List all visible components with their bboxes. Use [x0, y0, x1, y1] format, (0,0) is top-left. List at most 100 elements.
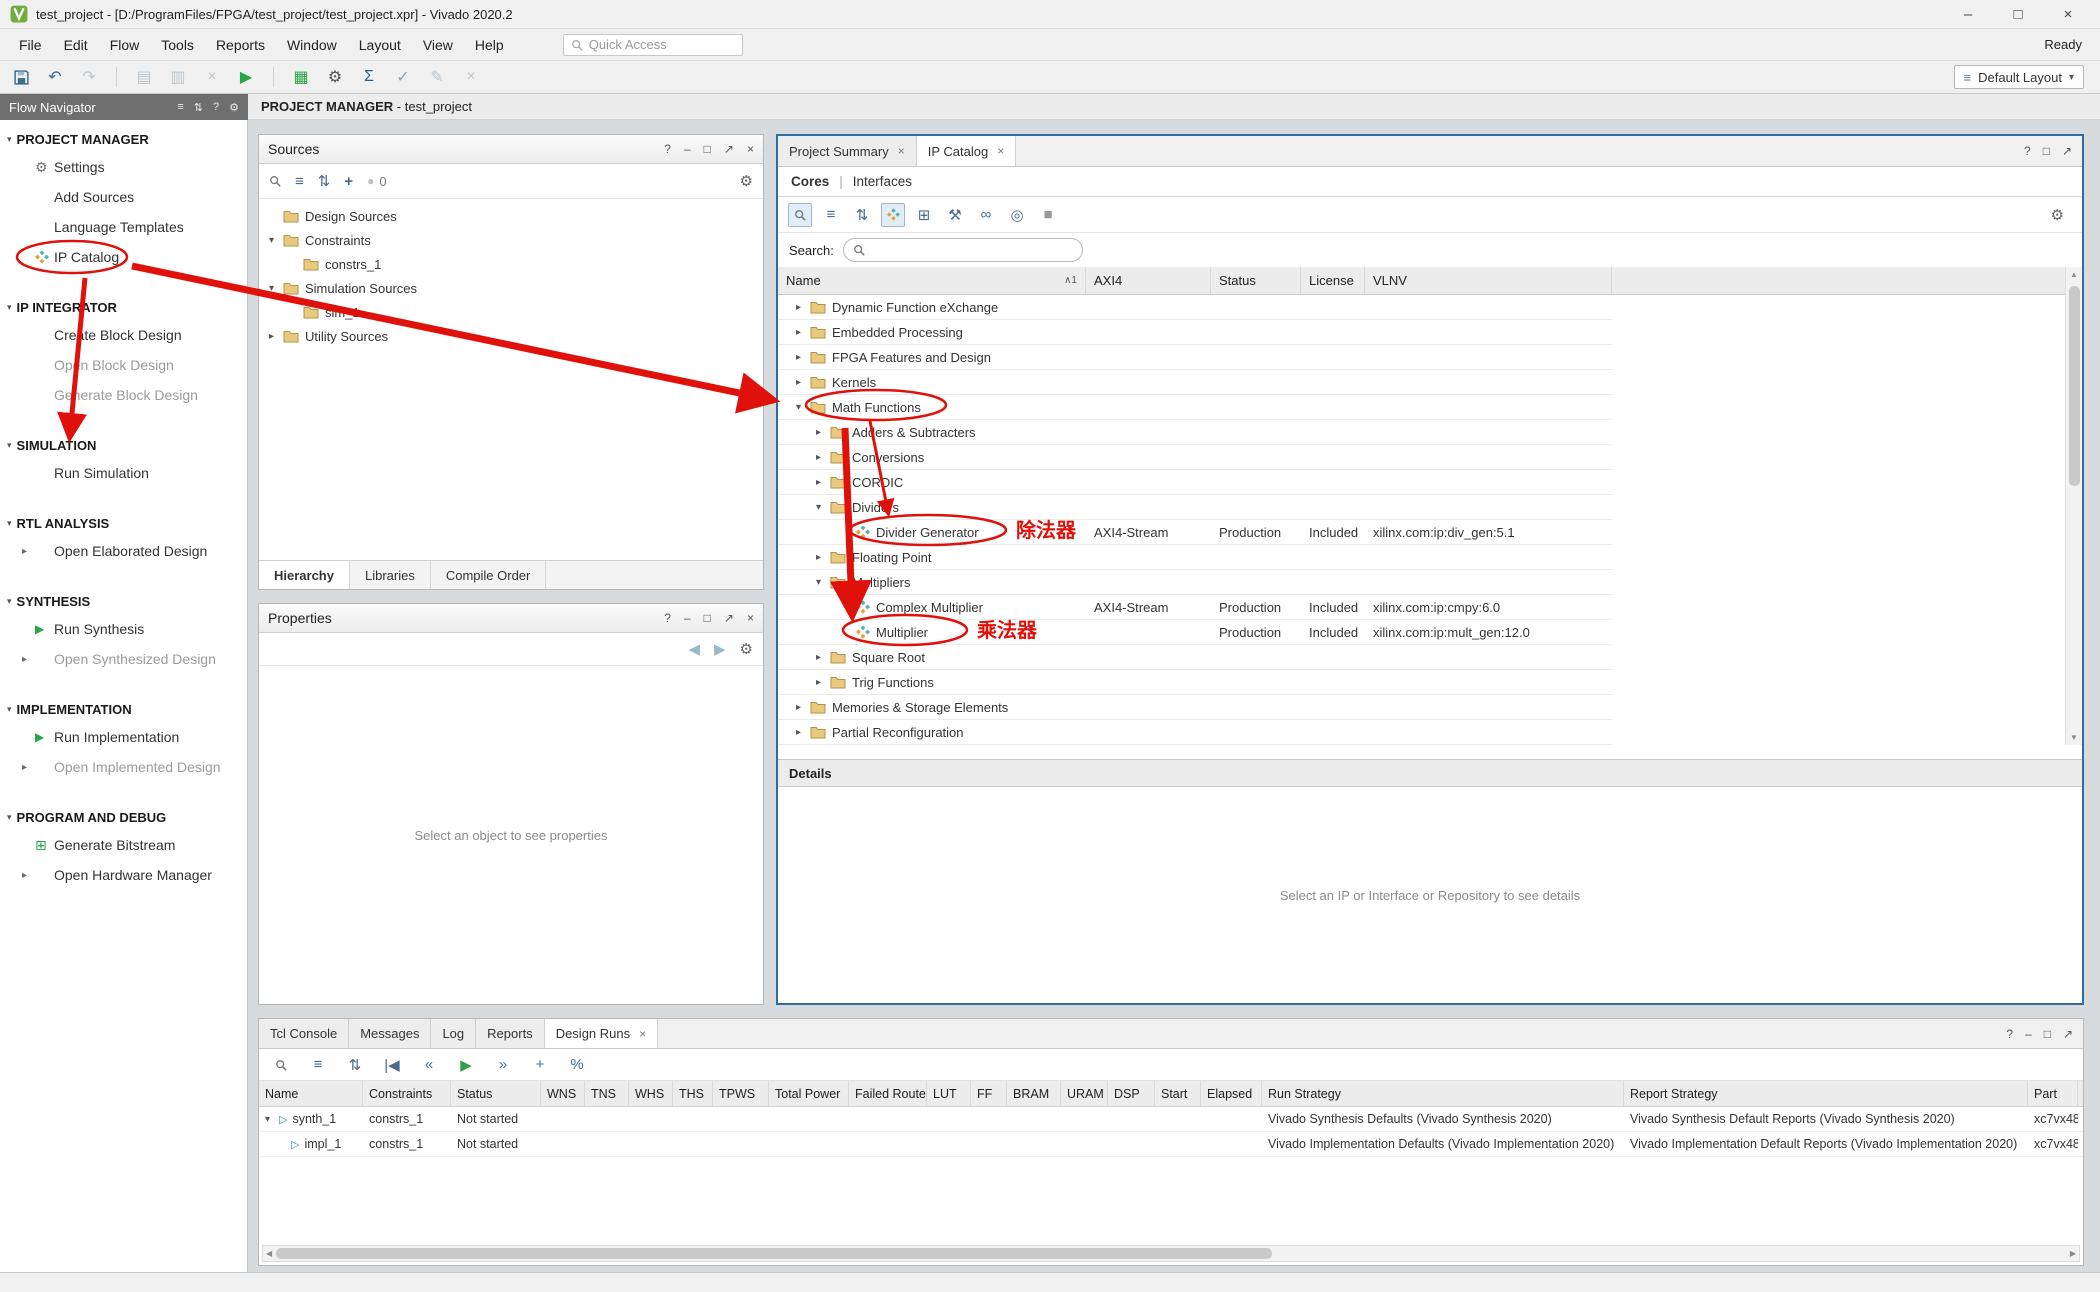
tree-item-constrs-1[interactable]: constrs_1: [259, 252, 763, 276]
flow-section-header-synthesis[interactable]: ▾SYNTHESIS: [0, 588, 247, 614]
help-icon[interactable]: ?: [2024, 144, 2031, 158]
search-icon[interactable]: [269, 1053, 293, 1077]
flow-item-run-synthesis[interactable]: ▶Run Synthesis: [0, 614, 247, 644]
help-icon[interactable]: ?: [664, 611, 671, 625]
maximize-icon[interactable]: □: [704, 611, 711, 625]
menu-file[interactable]: File: [8, 32, 53, 58]
chevron-right-icon[interactable]: ▸: [269, 331, 283, 342]
close-icon[interactable]: ×: [997, 144, 1004, 158]
ip-row-complex-multiplier[interactable]: Complex MultiplierAXI4-StreamProductionI…: [778, 595, 1612, 620]
flow-item-open-implemented-design[interactable]: ▸Open Implemented Design: [0, 752, 247, 782]
runs-column-ths[interactable]: THS: [673, 1081, 713, 1106]
program-device-icon[interactable]: ▦: [290, 66, 312, 88]
ip-row-adders-subtracters[interactable]: ▸Adders & Subtracters: [778, 420, 1612, 445]
runs-column-tpws[interactable]: TPWS: [713, 1081, 769, 1106]
back-icon[interactable]: ◀: [688, 640, 700, 658]
scrollbar-thumb[interactable]: [276, 1248, 1272, 1259]
close-icon[interactable]: ×: [747, 611, 754, 625]
flow-item-run-simulation[interactable]: Run Simulation: [0, 458, 247, 488]
search-icon[interactable]: [788, 203, 812, 227]
ip-row-kernels[interactable]: ▸Kernels: [778, 370, 1612, 395]
stop-icon[interactable]: ■: [1036, 203, 1060, 227]
scroll-down-icon[interactable]: ▼: [2070, 730, 2078, 745]
runs-column-bram[interactable]: BRAM: [1007, 1081, 1061, 1106]
tab-reports[interactable]: Reports: [476, 1019, 545, 1048]
gear-icon[interactable]: ⚙: [740, 640, 753, 658]
ip-icon[interactable]: [881, 203, 905, 227]
minimize-icon[interactable]: –: [684, 142, 691, 156]
chevron-down-icon[interactable]: ▾: [816, 502, 830, 513]
runs-column-dsp[interactable]: DSP: [1108, 1081, 1155, 1106]
float-icon[interactable]: ↗: [2063, 1027, 2073, 1041]
scrollbar-thumb[interactable]: [2069, 286, 2080, 486]
scroll-up-icon[interactable]: ▲: [2070, 267, 2078, 282]
flow-item-run-implementation[interactable]: ▶Run Implementation: [0, 722, 247, 752]
tab-project-summary[interactable]: Project Summary×: [778, 136, 917, 166]
close-icon[interactable]: ×: [898, 144, 905, 158]
chevron-down-icon[interactable]: ▾: [816, 577, 830, 588]
column-header-status[interactable]: Status: [1211, 267, 1301, 294]
flow-section-header-project-manager[interactable]: ▾PROJECT MANAGER: [0, 126, 247, 152]
chevron-right-icon[interactable]: ▸: [816, 452, 830, 463]
report-icon[interactable]: Σ: [358, 66, 380, 88]
chevron-down-icon[interactable]: ▾: [796, 402, 810, 413]
window-minimize-button[interactable]: –: [1946, 1, 1990, 27]
runs-column-tns[interactable]: TNS: [585, 1081, 629, 1106]
quick-access-input[interactable]: Quick Access: [563, 34, 743, 56]
close-icon[interactable]: ×: [747, 142, 754, 156]
percent-icon[interactable]: %: [565, 1053, 589, 1077]
expand-all-icon[interactable]: ⇅: [194, 101, 203, 114]
chevron-right-icon[interactable]: ▸: [816, 652, 830, 663]
flow-section-header-program-and-debug[interactable]: ▾PROGRAM AND DEBUG: [0, 804, 247, 830]
runs-column-whs[interactable]: WHS: [629, 1081, 673, 1106]
chevron-down-icon[interactable]: ▾: [269, 235, 283, 246]
minimize-icon[interactable]: –: [2025, 1027, 2032, 1041]
maximize-icon[interactable]: □: [2044, 1027, 2051, 1041]
expand-all-icon[interactable]: ⇅: [318, 172, 331, 190]
tab-messages[interactable]: Messages: [349, 1019, 431, 1048]
chevron-down-icon[interactable]: ▾: [265, 1114, 279, 1125]
layout-select[interactable]: ≡ Default Layout ▾: [1954, 65, 2084, 89]
close-icon[interactable]: ×: [639, 1027, 646, 1041]
subtab-cores[interactable]: Cores: [791, 174, 829, 189]
expand-icon[interactable]: ⇅: [850, 203, 874, 227]
column-header-name[interactable]: Name∧1: [778, 267, 1086, 294]
menu-edit[interactable]: Edit: [53, 32, 99, 58]
copy-icon[interactable]: ▤: [133, 66, 155, 88]
runs-column-wns[interactable]: WNS: [541, 1081, 585, 1106]
subtab-interfaces[interactable]: Interfaces: [853, 174, 912, 189]
ip-search-input[interactable]: [843, 238, 1083, 262]
flow-section-header-rtl-analysis[interactable]: ▾RTL ANALYSIS: [0, 510, 247, 536]
undo-icon[interactable]: ↶: [44, 66, 66, 88]
maximize-icon[interactable]: □: [704, 142, 711, 156]
chevron-right-icon[interactable]: ▸: [816, 477, 830, 488]
next-icon[interactable]: »: [491, 1053, 515, 1077]
horizontal-scrollbar[interactable]: ◀ ▶: [262, 1245, 2080, 1262]
flow-item-add-sources[interactable]: Add Sources: [0, 182, 247, 212]
chevron-down-icon[interactable]: ▾: [269, 283, 283, 294]
collapse-all-icon[interactable]: ≡: [177, 101, 183, 114]
ip-row-trig-functions[interactable]: ▸Trig Functions: [778, 670, 1612, 695]
runs-column-run-strategy[interactable]: Run Strategy: [1262, 1081, 1624, 1106]
validate-icon[interactable]: ✓: [392, 66, 414, 88]
flow-item-settings[interactable]: ⚙Settings: [0, 152, 247, 182]
gear-icon[interactable]: ⚙: [740, 172, 753, 190]
runs-column-lut[interactable]: LUT: [927, 1081, 971, 1106]
flow-item-open-synthesized-design[interactable]: ▸Open Synthesized Design: [0, 644, 247, 674]
flow-item-ip-catalog[interactable]: IP Catalog: [0, 242, 247, 272]
add-icon[interactable]: +: [528, 1053, 552, 1077]
menu-help[interactable]: Help: [464, 32, 515, 58]
collapse-all-icon[interactable]: ≡: [295, 173, 304, 190]
scroll-right-icon[interactable]: ▶: [2070, 1249, 2076, 1258]
chevron-right-icon[interactable]: ▸: [796, 327, 810, 338]
maximize-icon[interactable]: □: [2043, 144, 2050, 158]
tree-item-constraints[interactable]: ▾Constraints: [259, 228, 763, 252]
ip-row-dynamic-function-exchange[interactable]: ▸Dynamic Function eXchange: [778, 295, 1612, 320]
ip-row-cordic[interactable]: ▸CORDIC: [778, 470, 1612, 495]
gear-icon[interactable]: ⚙: [2051, 206, 2064, 224]
link-icon[interactable]: ∞: [974, 203, 998, 227]
run-row-synth-1[interactable]: ▾▷synth_1constrs_1Not startedVivado Synt…: [259, 1107, 2083, 1132]
runs-column-total-power[interactable]: Total Power: [769, 1081, 849, 1106]
column-header-license[interactable]: License: [1301, 267, 1365, 294]
target-icon[interactable]: ◎: [1005, 203, 1029, 227]
